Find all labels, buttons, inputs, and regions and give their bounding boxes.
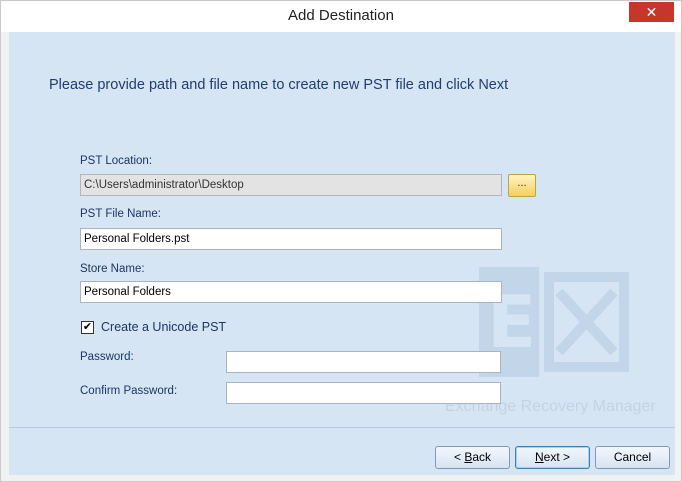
add-destination-dialog: Add Destination ✕ E Exchange Recovery Ma… <box>0 0 682 482</box>
confirm-password-label: Confirm Password: <box>80 385 178 397</box>
password-label: Password: <box>80 351 134 363</box>
title-bar[interactable]: Add Destination ✕ <box>1 1 681 32</box>
check-icon: ✔ <box>82 321 93 333</box>
pst-location-field[interactable]: C:\Users\administrator\Desktop <box>80 174 502 196</box>
pst-file-name-label: PST File Name: <box>80 208 161 220</box>
close-button[interactable]: ✕ <box>629 2 674 22</box>
unicode-pst-checkbox[interactable]: ✔ <box>81 321 94 334</box>
dialog-body: E Exchange Recovery Manager Please provi… <box>9 32 675 475</box>
password-field[interactable] <box>226 351 501 373</box>
exchange-logo-icon: E <box>479 267 629 377</box>
browse-button[interactable]: ... <box>508 174 536 197</box>
cancel-button[interactable]: Cancel <box>595 446 670 469</box>
store-name-label: Store Name: <box>80 263 145 275</box>
confirm-password-field[interactable] <box>226 382 501 404</box>
back-button[interactable]: < Back <box>435 446 510 469</box>
window-title: Add Destination <box>288 7 394 24</box>
next-button[interactable]: Next > <box>515 446 590 469</box>
instruction-heading: Please provide path and file name to cre… <box>49 77 509 93</box>
pst-file-name-field[interactable]: Personal Folders.pst <box>80 228 502 250</box>
pst-location-label: PST Location: <box>80 155 153 167</box>
store-name-field[interactable]: Personal Folders <box>80 281 502 303</box>
footer-separator <box>9 427 675 428</box>
unicode-pst-label[interactable]: Create a Unicode PST <box>101 320 226 334</box>
close-icon: ✕ <box>645 4 658 20</box>
